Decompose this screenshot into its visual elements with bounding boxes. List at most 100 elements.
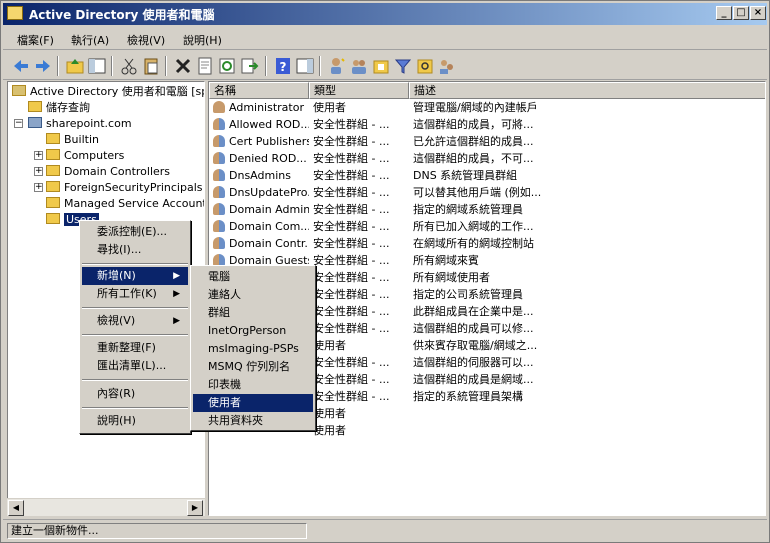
- row-type: 安全性群組 - ...: [313, 390, 390, 403]
- menu-file[interactable]: 檔案(F): [17, 32, 54, 48]
- title-bar[interactable]: Active Directory 使用者和電腦 _ □ ×: [3, 3, 767, 25]
- row-description: 供來賓存取電腦/網域之...: [413, 339, 538, 352]
- submenu-item[interactable]: 共用資料夾: [193, 412, 313, 430]
- table-row[interactable]: Denied ROD... 安全性群組 - ... 這個群組的成員，不可...: [209, 150, 765, 167]
- add-to-group-icon[interactable]: [437, 56, 457, 76]
- row-description: 管理電腦/網域的內建帳戶: [413, 101, 538, 114]
- row-type: 安全性群組 - ...: [313, 186, 390, 199]
- up-folder-icon[interactable]: [65, 56, 85, 76]
- forward-icon[interactable]: [33, 56, 53, 76]
- ctx-new[interactable]: 新增(N) ▶: [82, 267, 188, 285]
- new-ou-icon[interactable]: [371, 56, 391, 76]
- table-row[interactable]: DnsUpdatePro... 安全性群組 - ... 可以替其他用戶端 (例如..…: [209, 184, 765, 201]
- tree-root[interactable]: Active Directory 使用者和電腦 [sp: [12, 84, 204, 100]
- column-description[interactable]: 描述: [409, 82, 765, 99]
- row-description: 所有網域使用者: [413, 271, 490, 284]
- group-icon: [213, 152, 225, 164]
- submenu-item[interactable]: 使用者: [193, 394, 313, 412]
- tree-foreign-security[interactable]: ForeignSecurityPrincipals: [46, 180, 203, 196]
- ctx-all-tasks[interactable]: 所有工作(K) ▶: [82, 285, 188, 303]
- row-name: Denied ROD...: [213, 150, 309, 167]
- filter-icon[interactable]: [393, 56, 413, 76]
- submenu-item[interactable]: 電腦: [193, 268, 313, 286]
- submenu-item[interactable]: 群組: [193, 304, 313, 322]
- table-row[interactable]: Administrator 使用者 管理電腦/網域的內建帳戶: [209, 99, 765, 116]
- row-name: Domain Com...: [213, 218, 309, 235]
- scroll-left-icon[interactable]: ◀: [8, 500, 24, 516]
- row-type: 安全性群組 - ...: [313, 288, 390, 301]
- menu-view[interactable]: 檢視(V): [127, 32, 165, 48]
- submenu-arrow-icon: ▶: [173, 316, 180, 326]
- menu-help[interactable]: 說明(H): [183, 32, 222, 48]
- row-description: 指定的公司系統管理員: [413, 288, 523, 301]
- tree-builtin[interactable]: Builtin: [46, 132, 99, 148]
- find-icon[interactable]: [415, 56, 435, 76]
- row-type: 使用者: [313, 101, 346, 114]
- tree-domain-controllers[interactable]: Domain Controllers: [46, 164, 170, 180]
- column-type[interactable]: 類型: [309, 82, 409, 99]
- submenu-item[interactable]: InetOrgPerson: [193, 322, 313, 340]
- row-description: 這個群組的伺服器可以...: [413, 356, 534, 369]
- row-type: 安全性群組 - ...: [313, 169, 390, 182]
- ctx-view[interactable]: 檢視(V) ▶: [82, 312, 188, 330]
- table-row[interactable]: DnsAdmins 安全性群組 - ... DNS 系統管理員群組: [209, 167, 765, 184]
- tree-domain[interactable]: sharepoint.com: [28, 116, 132, 132]
- collapse-domain-icon[interactable]: −: [14, 119, 23, 128]
- row-type: 安全性群組 - ...: [313, 203, 390, 216]
- back-icon[interactable]: [11, 56, 31, 76]
- table-row[interactable]: Domain Admins 安全性群組 - ... 指定的網域系統管理員: [209, 201, 765, 218]
- row-description: 可以替其他用戶端 (例如...: [413, 186, 542, 199]
- tree-managed-service[interactable]: Managed Service Accounts: [46, 196, 204, 212]
- app-icon: [7, 6, 23, 20]
- group-icon: [213, 220, 225, 232]
- ctx-delegate-control[interactable]: 委派控制(E)...: [82, 223, 188, 241]
- table-row[interactable]: Domain Contr... 安全性群組 - ... 在網域所有的網域控制站: [209, 235, 765, 252]
- new-group-icon[interactable]: [349, 56, 369, 76]
- table-row[interactable]: Allowed ROD... 安全性群組 - ... 這個群組的成員，可將...: [209, 116, 765, 133]
- ctx-properties[interactable]: 內容(R): [82, 385, 188, 403]
- table-row[interactable]: Domain Com... 安全性群組 - ... 所有已加入網域的工作...: [209, 218, 765, 235]
- row-type: 安全性群組 - ...: [313, 152, 390, 165]
- ctx-export-list[interactable]: 匯出清單(L)...: [82, 357, 188, 375]
- help-icon[interactable]: ?: [273, 56, 293, 76]
- ctx-find[interactable]: 尋找(I)...: [82, 241, 188, 259]
- row-name: Allowed ROD...: [213, 116, 309, 133]
- properties-icon[interactable]: [195, 56, 215, 76]
- maximize-button[interactable]: □: [733, 6, 749, 20]
- ctx-help[interactable]: 說明(H): [82, 412, 188, 430]
- tree-computers[interactable]: Computers: [46, 148, 124, 164]
- delete-icon[interactable]: [173, 56, 193, 76]
- new-user-icon[interactable]: [327, 56, 347, 76]
- expand-foreign-icon[interactable]: +: [34, 183, 43, 192]
- list-header: 名稱 類型 描述: [209, 82, 765, 99]
- submenu-item[interactable]: 連絡人: [193, 286, 313, 304]
- submenu-item[interactable]: MSMQ 佇列別名: [193, 358, 313, 376]
- show-pane-icon[interactable]: [295, 56, 315, 76]
- paste-icon[interactable]: [141, 56, 161, 76]
- export-list-icon[interactable]: [239, 56, 259, 76]
- menu-action[interactable]: 執行(A): [71, 32, 109, 48]
- close-button[interactable]: ×: [750, 6, 766, 20]
- group-icon: [213, 169, 225, 181]
- tree-horizontal-scrollbar[interactable]: ◀ ▶: [7, 498, 205, 516]
- row-type: 安全性群組 - ...: [313, 254, 390, 267]
- context-menu: 委派控制(E)... 尋找(I)... 新增(N) ▶ 所有工作(K) ▶ 檢視(V…: [79, 220, 191, 434]
- show-tree-icon[interactable]: [87, 56, 107, 76]
- tree-saved-queries[interactable]: 儲存查詢: [28, 100, 90, 116]
- minimize-button[interactable]: _: [716, 6, 732, 20]
- menu-separator: [82, 379, 188, 381]
- row-description: 指定的系統管理員架構: [413, 390, 523, 403]
- row-type: 安全性群組 - ...: [313, 356, 390, 369]
- refresh-icon[interactable]: [217, 56, 237, 76]
- table-row[interactable]: Cert Publishers 安全性群組 - ... 已允許這個群組的成員...: [209, 133, 765, 150]
- column-name[interactable]: 名稱: [209, 82, 309, 99]
- expand-domain-controllers-icon[interactable]: +: [34, 167, 43, 176]
- expand-computers-icon[interactable]: +: [34, 151, 43, 160]
- submenu-item[interactable]: 印表機: [193, 376, 313, 394]
- row-type: 安全性群組 - ...: [313, 118, 390, 131]
- scroll-right-icon[interactable]: ▶: [187, 500, 203, 516]
- submenu-item[interactable]: msImaging-PSPs: [193, 340, 313, 358]
- toolbar-separator: [57, 56, 59, 76]
- ctx-refresh[interactable]: 重新整理(F): [82, 339, 188, 357]
- cut-icon[interactable]: [119, 56, 139, 76]
